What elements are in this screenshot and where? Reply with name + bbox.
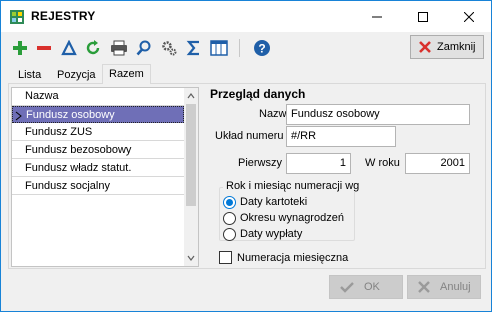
list-item[interactable]: Fundusz osobowy xyxy=(12,106,184,123)
printer-icon xyxy=(111,40,127,56)
radio-label: Daty kartoteki xyxy=(240,196,308,208)
columns-button[interactable] xyxy=(208,37,230,59)
maximize-icon xyxy=(418,11,428,22)
numbering-field[interactable]: #/RR xyxy=(286,126,396,147)
checkbox-icon[interactable] xyxy=(219,251,232,264)
cancel-button-label: Anuluj xyxy=(440,281,471,293)
close-button-label: Zamknij xyxy=(437,41,476,53)
scroll-down-icon xyxy=(187,255,195,261)
refresh-icon xyxy=(86,40,100,55)
delete-button[interactable] xyxy=(33,37,55,59)
ok-button[interactable]: OK xyxy=(329,275,403,299)
close-icon xyxy=(464,11,474,22)
list-item[interactable]: Fundusz socjalny xyxy=(12,178,184,195)
monthly-numbering-checkbox[interactable]: Numeracja miesięczna xyxy=(219,251,348,264)
minimize-icon xyxy=(372,16,382,17)
maximize-button[interactable] xyxy=(400,1,446,32)
registry-list: Nazwa Fundusz osobowy Fundusz ZUS Fundus… xyxy=(11,87,199,267)
svg-text:?: ? xyxy=(258,42,265,56)
search-button[interactable] xyxy=(133,37,155,59)
list-item-label: Fundusz ZUS xyxy=(25,126,93,138)
radio-icon[interactable] xyxy=(223,211,236,225)
edit-button[interactable] xyxy=(58,37,80,59)
minimize-button[interactable] xyxy=(354,1,400,32)
cancel-button[interactable]: Anuluj xyxy=(407,275,481,299)
section-title: Przegląd danych xyxy=(210,87,306,101)
radio-icon[interactable] xyxy=(223,227,236,241)
app-icon xyxy=(9,9,25,25)
radio-daty-wyplaty[interactable]: Daty wypłaty xyxy=(223,226,302,242)
list-item-label: Fundusz socjalny xyxy=(25,180,110,192)
list-item[interactable]: Fundusz władz statut. xyxy=(12,160,184,177)
registry-window: REJESTRY ? Zamknij Lista Pozycja Razem N… xyxy=(0,0,492,312)
scroll-up-icon xyxy=(187,93,195,99)
search-icon xyxy=(136,40,151,56)
list-header-nazwa[interactable]: Nazwa xyxy=(12,88,184,106)
checkmark-icon xyxy=(340,282,354,293)
close-button[interactable]: Zamknij xyxy=(410,35,484,59)
first-number-field[interactable]: 1 xyxy=(286,153,351,174)
print-button[interactable] xyxy=(108,37,130,59)
radio-label: Daty wypłaty xyxy=(240,228,303,240)
name-field[interactable]: Fundusz osobowy xyxy=(286,104,470,125)
list-item[interactable]: Fundusz ZUS xyxy=(12,124,184,141)
year-field[interactable]: 2001 xyxy=(405,153,470,174)
year-label: W roku xyxy=(365,157,400,169)
radio-selected-icon[interactable] xyxy=(223,195,236,209)
help-button[interactable]: ? xyxy=(251,37,273,59)
toolbar-separator xyxy=(239,39,240,57)
checkbox-label: Numeracja miesięczna xyxy=(237,251,349,264)
radio-okresu-wynagrodzen[interactable]: Okresu wynagrodzeń xyxy=(223,210,344,226)
plus-icon xyxy=(13,41,27,55)
tab-razem[interactable]: Razem xyxy=(102,64,151,84)
list-scrollbar[interactable] xyxy=(184,88,198,266)
minus-icon xyxy=(37,46,51,50)
numbering-group-title: Rok i miesiąc numeracji wg xyxy=(223,180,363,192)
refresh-button[interactable] xyxy=(82,37,104,59)
list-item-label: Fundusz bezosobowy xyxy=(25,144,132,156)
settings-button[interactable] xyxy=(158,37,180,59)
tab-pozycja[interactable]: Pozycja xyxy=(50,66,103,83)
list-item[interactable]: Fundusz bezosobowy xyxy=(12,142,184,159)
radio-label: Okresu wynagrodzeń xyxy=(240,212,344,224)
first-label: Pierwszy xyxy=(238,157,283,169)
tab-lista[interactable]: Lista xyxy=(11,66,48,83)
scroll-thumb[interactable] xyxy=(186,104,196,206)
delta-icon xyxy=(61,40,77,56)
cancel-icon xyxy=(418,281,430,293)
list-item-label: Fundusz władz statut. xyxy=(25,162,132,174)
close-window-button[interactable] xyxy=(446,1,492,32)
list-item-label: Fundusz osobowy xyxy=(26,109,115,121)
columns-icon xyxy=(210,40,228,56)
window-title: REJESTRY xyxy=(31,9,96,23)
numbering-label: Układ numeru xyxy=(215,130,284,142)
settings-icon xyxy=(162,41,177,56)
help-icon: ? xyxy=(254,40,270,56)
sigma-icon xyxy=(186,40,199,56)
close-icon xyxy=(419,41,431,53)
add-button[interactable] xyxy=(9,37,31,59)
radio-daty-kartoteki[interactable]: Daty kartoteki xyxy=(223,194,307,210)
title-bar: REJESTRY xyxy=(1,1,491,32)
ok-button-label: OK xyxy=(364,281,380,293)
sum-button[interactable] xyxy=(183,37,205,59)
